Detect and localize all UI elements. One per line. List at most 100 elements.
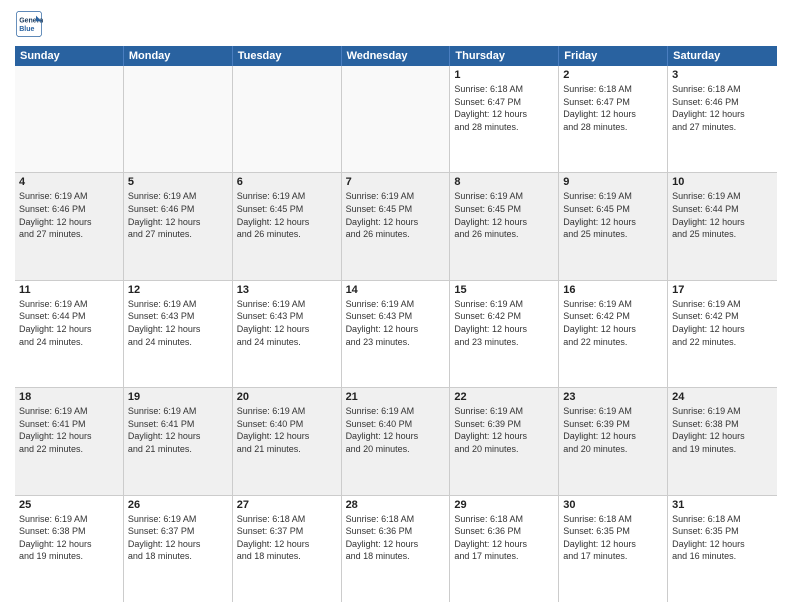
cal-cell-3: 3 Sunrise: 6:18 AMSunset: 6:46 PMDaylight… — [668, 66, 777, 172]
day-number: 12 — [128, 284, 228, 296]
day-number: 17 — [672, 284, 773, 296]
cell-info: Sunrise: 6:19 AMSunset: 6:45 PMDaylight:… — [237, 190, 337, 240]
cal-cell-30: 30 Sunrise: 6:18 AMSunset: 6:35 PMDayligh… — [559, 496, 668, 602]
cell-info: Sunrise: 6:18 AMSunset: 6:46 PMDaylight:… — [672, 83, 773, 133]
cal-header-friday: Friday — [559, 46, 668, 66]
cal-cell-26: 26 Sunrise: 6:19 AMSunset: 6:37 PMDayligh… — [124, 496, 233, 602]
day-number: 11 — [19, 284, 119, 296]
logo: General Blue — [15, 10, 47, 38]
cal-cell-4: 4Sunrise: 6:19 AMSunset: 6:46 PMDaylight… — [15, 173, 124, 279]
cell-info: Sunrise: 6:19 AMSunset: 6:37 PMDaylight:… — [128, 513, 228, 563]
day-number: 7 — [346, 176, 446, 188]
cal-cell-31: 31 Sunrise: 6:18 AMSunset: 6:35 PMDayligh… — [668, 496, 777, 602]
cell-info: Sunrise: 6:18 AMSunset: 6:35 PMDaylight:… — [672, 513, 773, 563]
cell-info: Sunrise: 6:18 AMSunset: 6:37 PMDaylight:… — [237, 513, 337, 563]
day-number: 23 — [563, 391, 663, 403]
cell-info: Sunrise: 6:19 AMSunset: 6:45 PMDaylight:… — [454, 190, 554, 240]
cell-info: Sunrise: 6:19 AMSunset: 6:40 PMDaylight:… — [237, 405, 337, 455]
cal-cell-5: 5 Sunrise: 6:19 AMSunset: 6:46 PMDaylight… — [124, 173, 233, 279]
day-number: 25 — [19, 499, 119, 511]
day-number: 31 — [672, 499, 773, 511]
cell-info: Sunrise: 6:19 AMSunset: 6:42 PMDaylight:… — [563, 298, 663, 348]
logo-icon: General Blue — [15, 10, 43, 38]
day-number: 30 — [563, 499, 663, 511]
cell-info: Sunrise: 6:19 AMSunset: 6:40 PMDaylight:… — [346, 405, 446, 455]
cal-header-thursday: Thursday — [450, 46, 559, 66]
cell-info: Sunrise: 6:19 AMSunset: 6:46 PMDaylight:… — [128, 190, 228, 240]
day-number: 29 — [454, 499, 554, 511]
day-number: 26 — [128, 499, 228, 511]
day-number: 18 — [19, 391, 119, 403]
cell-info: Sunrise: 6:19 AMSunset: 6:43 PMDaylight:… — [346, 298, 446, 348]
day-number: 1 — [454, 69, 554, 81]
cal-cell-7: 7Sunrise: 6:19 AMSunset: 6:45 PMDaylight… — [342, 173, 451, 279]
day-number: 3 — [672, 69, 773, 81]
day-number: 27 — [237, 499, 337, 511]
cal-week-5: 25 Sunrise: 6:19 AMSunset: 6:38 PMDayligh… — [15, 496, 777, 602]
day-number: 8 — [454, 176, 554, 188]
day-number: 5 — [128, 176, 228, 188]
cal-cell-28: 28Sunrise: 6:18 AMSunset: 6:36 PMDayligh… — [342, 496, 451, 602]
cal-week-4: 18 Sunrise: 6:19 AMSunset: 6:41 PMDayligh… — [15, 388, 777, 495]
cell-info: Sunrise: 6:19 AMSunset: 6:42 PMDaylight:… — [672, 298, 773, 348]
day-number: 15 — [454, 284, 554, 296]
cal-cell-13: 13 Sunrise: 6:19 AMSunset: 6:43 PMDayligh… — [233, 281, 342, 387]
svg-text:Blue: Blue — [19, 26, 34, 33]
cal-header-sunday: Sunday — [15, 46, 124, 66]
cell-info: Sunrise: 6:19 AMSunset: 6:41 PMDaylight:… — [128, 405, 228, 455]
cal-cell-19: 19 Sunrise: 6:19 AMSunset: 6:41 PMDayligh… — [124, 388, 233, 494]
day-number: 19 — [128, 391, 228, 403]
cal-week-1: 1 Sunrise: 6:18 AMSunset: 6:47 PMDaylight… — [15, 66, 777, 173]
cal-cell-20: 20 Sunrise: 6:19 AMSunset: 6:40 PMDayligh… — [233, 388, 342, 494]
day-number: 28 — [346, 499, 446, 511]
cell-info: Sunrise: 6:19 AMSunset: 6:44 PMDaylight:… — [672, 190, 773, 240]
day-number: 16 — [563, 284, 663, 296]
calendar-body: 1 Sunrise: 6:18 AMSunset: 6:47 PMDaylight… — [15, 66, 777, 602]
cell-info: Sunrise: 6:18 AMSunset: 6:47 PMDaylight:… — [563, 83, 663, 133]
cal-cell-17: 17 Sunrise: 6:19 AMSunset: 6:42 PMDayligh… — [668, 281, 777, 387]
cell-info: Sunrise: 6:19 AMSunset: 6:45 PMDaylight:… — [563, 190, 663, 240]
cal-cell-11: 11 Sunrise: 6:19 AMSunset: 6:44 PMDayligh… — [15, 281, 124, 387]
day-number: 24 — [672, 391, 773, 403]
cell-info: Sunrise: 6:18 AMSunset: 6:47 PMDaylight:… — [454, 83, 554, 133]
cal-header-tuesday: Tuesday — [233, 46, 342, 66]
cal-cell-2: 2Sunrise: 6:18 AMSunset: 6:47 PMDaylight… — [559, 66, 668, 172]
cal-header-wednesday: Wednesday — [342, 46, 451, 66]
cal-week-2: 4Sunrise: 6:19 AMSunset: 6:46 PMDaylight… — [15, 173, 777, 280]
cell-info: Sunrise: 6:19 AMSunset: 6:39 PMDaylight:… — [454, 405, 554, 455]
calendar: SundayMondayTuesdayWednesdayThursdayFrid… — [15, 46, 777, 602]
cell-info: Sunrise: 6:19 AMSunset: 6:46 PMDaylight:… — [19, 190, 119, 240]
cal-cell-27: 27 Sunrise: 6:18 AMSunset: 6:37 PMDayligh… — [233, 496, 342, 602]
cal-cell-14: 14 Sunrise: 6:19 AMSunset: 6:43 PMDayligh… — [342, 281, 451, 387]
cell-info: Sunrise: 6:19 AMSunset: 6:38 PMDaylight:… — [672, 405, 773, 455]
cell-info: Sunrise: 6:19 AMSunset: 6:38 PMDaylight:… — [19, 513, 119, 563]
cal-cell-15: 15 Sunrise: 6:19 AMSunset: 6:42 PMDayligh… — [450, 281, 559, 387]
cell-info: Sunrise: 6:18 AMSunset: 6:36 PMDaylight:… — [454, 513, 554, 563]
cal-header-monday: Monday — [124, 46, 233, 66]
cal-cell-10: 10 Sunrise: 6:19 AMSunset: 6:44 PMDayligh… — [668, 173, 777, 279]
cal-cell-6: 6 Sunrise: 6:19 AMSunset: 6:45 PMDaylight… — [233, 173, 342, 279]
header: General Blue — [15, 10, 777, 38]
day-number: 13 — [237, 284, 337, 296]
day-number: 14 — [346, 284, 446, 296]
day-number: 6 — [237, 176, 337, 188]
cell-info: Sunrise: 6:19 AMSunset: 6:43 PMDaylight:… — [237, 298, 337, 348]
cell-info: Sunrise: 6:19 AMSunset: 6:44 PMDaylight:… — [19, 298, 119, 348]
cell-info: Sunrise: 6:19 AMSunset: 6:43 PMDaylight:… — [128, 298, 228, 348]
calendar-header: SundayMondayTuesdayWednesdayThursdayFrid… — [15, 46, 777, 66]
cal-cell-24: 24 Sunrise: 6:19 AMSunset: 6:38 PMDayligh… — [668, 388, 777, 494]
cal-cell-18: 18 Sunrise: 6:19 AMSunset: 6:41 PMDayligh… — [15, 388, 124, 494]
day-number: 22 — [454, 391, 554, 403]
cal-week-3: 11 Sunrise: 6:19 AMSunset: 6:44 PMDayligh… — [15, 281, 777, 388]
cell-info: Sunrise: 6:18 AMSunset: 6:35 PMDaylight:… — [563, 513, 663, 563]
cal-cell-1: 1 Sunrise: 6:18 AMSunset: 6:47 PMDaylight… — [450, 66, 559, 172]
cell-info: Sunrise: 6:19 AMSunset: 6:41 PMDaylight:… — [19, 405, 119, 455]
cal-cell-empty — [124, 66, 233, 172]
cal-cell-16: 16 Sunrise: 6:19 AMSunset: 6:42 PMDayligh… — [559, 281, 668, 387]
day-number: 21 — [346, 391, 446, 403]
cal-cell-empty — [233, 66, 342, 172]
day-number: 20 — [237, 391, 337, 403]
cal-header-saturday: Saturday — [668, 46, 777, 66]
day-number: 10 — [672, 176, 773, 188]
cell-info: Sunrise: 6:19 AMSunset: 6:42 PMDaylight:… — [454, 298, 554, 348]
